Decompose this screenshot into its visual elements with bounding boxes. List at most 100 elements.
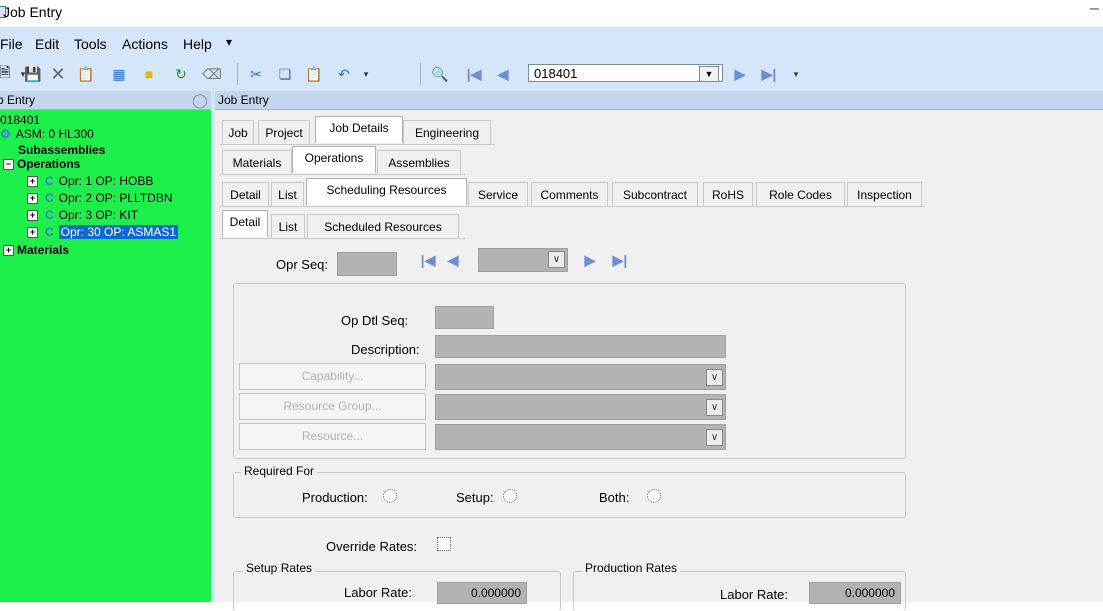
next-record-icon[interactable]: ▶ — [731, 65, 749, 83]
undo-icon[interactable]: ↶ — [335, 65, 353, 83]
tree-item-label: Materials — [17, 243, 70, 257]
tree-item-operation-selected[interactable]: + C Opr: 30 OP: ASMAS1 — [27, 225, 179, 239]
both-radio[interactable] — [647, 489, 661, 503]
last-record-icon[interactable]: ▶| — [610, 250, 630, 270]
refresh-icon[interactable]: ↻ — [172, 65, 190, 83]
menu-edit[interactable]: Edit — [35, 36, 59, 52]
record-search-input[interactable]: 018401 — [528, 64, 723, 82]
menu-tools[interactable]: Tools — [74, 36, 107, 52]
production-labor-rate-label: Labor Rate: — [720, 587, 788, 602]
operation-icon: C — [45, 174, 54, 188]
chevron-down-icon[interactable]: ∨ — [706, 399, 723, 416]
production-labor-rate-field[interactable]: 0.000000 — [809, 582, 901, 604]
chevron-down-icon[interactable]: ∨ — [548, 251, 565, 268]
setup-label: Setup: — [456, 490, 494, 505]
opr-seq-combo[interactable]: ∨ — [478, 248, 568, 272]
toolbar-overflow-icon[interactable]: ▾ — [787, 65, 805, 83]
resource-combo[interactable]: ∨ — [435, 424, 726, 450]
tree-item-operation[interactable]: + C Opr: 2 OP: PLLTDBN — [27, 191, 172, 205]
tab-job-details[interactable]: Job Details — [315, 116, 403, 143]
tree-item-materials[interactable]: + Materials — [3, 243, 69, 257]
tab-inspection[interactable]: Inspection — [847, 182, 922, 206]
main-panel: Job Project Job Details Engineering Mate… — [215, 110, 1103, 611]
paste-icon[interactable]: 📋 — [305, 65, 323, 83]
resource-group-combo[interactable]: ∨ — [435, 394, 726, 420]
previous-record-icon[interactable]: ◀ — [443, 250, 463, 270]
first-record-icon[interactable]: |◀ — [465, 65, 483, 83]
cut-icon[interactable]: ✂ — [247, 65, 265, 83]
tree-item-job[interactable]: 018401 — [0, 113, 40, 127]
tab-assemblies[interactable]: Assemblies — [377, 150, 461, 174]
previous-record-icon[interactable]: ◀ — [494, 65, 512, 83]
production-radio[interactable] — [383, 489, 397, 503]
menu-actions[interactable]: Actions — [122, 36, 168, 52]
search-icon[interactable]: 🔍 — [431, 65, 449, 83]
capability-combo[interactable]: ∨ — [435, 364, 726, 390]
tab-materials[interactable]: Materials — [222, 150, 292, 174]
chevron-down-icon[interactable]: ∨ — [706, 369, 723, 386]
menu-file[interactable]: File — [0, 36, 23, 52]
first-record-icon[interactable]: |◀ — [418, 250, 438, 270]
tree-item-operations[interactable]: − Operations — [3, 157, 80, 171]
tab-job[interactable]: Job — [222, 120, 254, 144]
assembly-icon: ⚙ — [0, 127, 11, 141]
tab-engineering[interactable]: Engineering — [403, 120, 491, 144]
undo-dropdown-icon[interactable]: ▾ — [357, 65, 375, 83]
save-icon[interactable]: 💾 — [24, 65, 42, 83]
expand-icon[interactable]: + — [27, 193, 38, 205]
resource-group-button[interactable]: Resource Group... — [239, 393, 426, 420]
tab-scheduling-resources[interactable]: Scheduling Resources — [306, 178, 467, 205]
tab-sub-detail[interactable]: Detail — [222, 210, 268, 237]
tab-service[interactable]: Service — [468, 182, 528, 206]
delete-icon[interactable]: ✕ — [49, 64, 67, 84]
new-icon[interactable]: 🗎 — [0, 64, 14, 83]
chevron-down-icon[interactable]: ▼ — [699, 66, 719, 82]
resource-button[interactable]: Resource... — [239, 423, 426, 450]
expand-icon[interactable]: + — [3, 245, 14, 257]
production-label: Production: — [302, 490, 368, 505]
tree-item-assembly[interactable]: ⚙ ASM: 0 HL300 — [0, 127, 94, 141]
grid-icon[interactable]: ▦ — [110, 65, 128, 83]
tab-comments[interactable]: Comments — [531, 182, 608, 206]
tab-subcontract[interactable]: Subcontract — [612, 182, 698, 206]
tab-detail[interactable]: Detail — [222, 182, 269, 206]
menu-overflow-icon[interactable]: ▾ — [226, 35, 232, 49]
tree-panel-header: b Entry ◯ — [0, 91, 211, 110]
operation-icon: C — [45, 191, 54, 205]
tree-item-operation[interactable]: + C Opr: 1 OP: HOBB — [27, 174, 153, 188]
expand-icon[interactable]: + — [27, 176, 38, 188]
tree-item-subassemblies[interactable]: Subassemblies — [18, 143, 105, 157]
tab-operations[interactable]: Operations — [292, 146, 376, 173]
override-rates-checkbox[interactable] — [437, 537, 451, 551]
folder-icon[interactable]: ■ — [140, 65, 158, 83]
window-title: Job Entry — [3, 4, 63, 20]
tree-item-operation[interactable]: + C Opr: 3 OP: KIT — [27, 208, 138, 222]
last-record-icon[interactable]: ▶| — [760, 65, 778, 83]
title-bar: Job Entry – — [0, 0, 1103, 26]
capability-button[interactable]: Capability... — [239, 363, 426, 390]
pin-icon[interactable]: ◯ — [192, 92, 208, 109]
description-field[interactable] — [435, 335, 726, 358]
tab-sub-list[interactable]: List — [271, 214, 305, 238]
eraser-icon[interactable]: ⌫ — [202, 65, 222, 83]
production-rates-title: Production Rates — [582, 561, 681, 575]
attachment-icon[interactable]: 📋 — [77, 65, 95, 83]
chevron-down-icon[interactable]: ∨ — [706, 429, 723, 446]
op-dtl-seq-field[interactable] — [435, 306, 494, 329]
expand-icon[interactable]: + — [27, 227, 38, 239]
opr-seq-field[interactable] — [337, 252, 397, 276]
next-record-icon[interactable]: ▶ — [580, 250, 600, 270]
tab-rohs[interactable]: RoHS — [703, 182, 753, 206]
menu-help[interactable]: Help — [183, 36, 212, 52]
tab-list[interactable]: List — [271, 182, 304, 206]
tab-role-codes[interactable]: Role Codes — [756, 182, 845, 206]
setup-labor-rate-field[interactable]: 0.000000 — [437, 582, 527, 604]
expand-icon[interactable]: + — [27, 210, 38, 222]
minimize-button[interactable]: – — [1090, 0, 1099, 18]
opr-seq-label: Opr Seq: — [276, 257, 329, 272]
collapse-icon[interactable]: − — [3, 159, 14, 171]
copy-icon[interactable]: ❏ — [276, 65, 294, 83]
tab-project[interactable]: Project — [258, 120, 310, 144]
setup-radio[interactable] — [503, 489, 517, 503]
tab-scheduled-resources[interactable]: Scheduled Resources — [307, 214, 459, 238]
